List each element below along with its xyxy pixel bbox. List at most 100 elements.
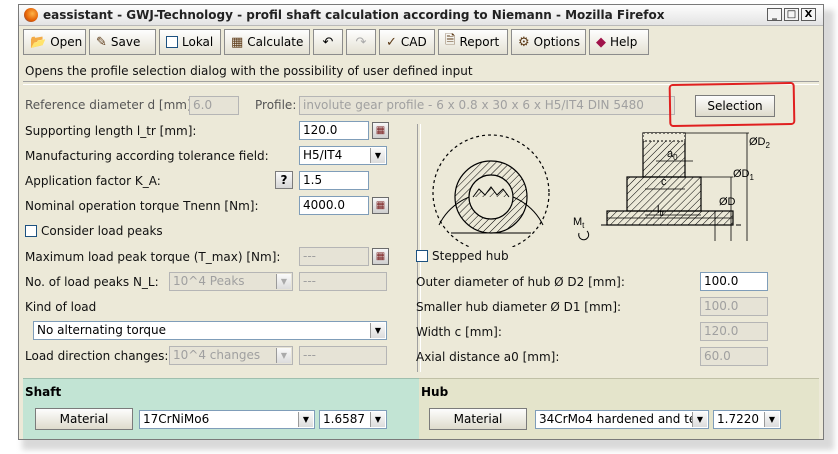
chevron-down-icon: ▼ xyxy=(370,148,385,163)
d1-label: ØD1 xyxy=(733,168,755,182)
nominal-torque-field[interactable]: 4000.0 xyxy=(299,196,369,215)
lokal-toggle[interactable]: Lokal xyxy=(159,29,221,55)
chevron-down-icon: ▼ xyxy=(276,274,291,289)
calculator-icon: ▦ xyxy=(231,34,244,50)
calculate-label: Calculate xyxy=(247,35,304,49)
report-button[interactable]: 🗎 Report xyxy=(438,29,508,55)
cad-button[interactable]: ✓ CAD xyxy=(379,29,435,55)
maximize-button[interactable]: □ xyxy=(784,8,799,21)
chevron-down-icon: ▼ xyxy=(764,412,779,427)
chevron-down-icon: ▼ xyxy=(276,348,291,363)
num-peaks-select-value: 10^4 Peaks xyxy=(173,274,245,288)
shaft-material-select[interactable]: 17CrNiMo6 ▼ xyxy=(139,410,315,429)
help-button[interactable]: ◆ Help xyxy=(589,29,649,55)
open-button[interactable]: 📂 Open xyxy=(23,29,86,55)
stepped-hub-label: Stepped hub xyxy=(432,249,509,263)
redo-button[interactable]: ↷ xyxy=(346,29,376,55)
axial-distance-field[interactable]: 60.0 xyxy=(700,347,768,366)
hub-material-select[interactable]: 34CrMo4 hardened and tem ▼ xyxy=(535,410,709,429)
shaft-material-value: 17CrNiMo6 xyxy=(143,412,210,426)
save-icon: ✎ xyxy=(96,34,107,50)
d2-sub: 2 xyxy=(766,141,771,150)
help-question-button[interactable]: ? xyxy=(275,171,293,189)
axial-distance-label: Axial distance a0 [mm]: xyxy=(416,350,560,364)
tolerance-label: Manufacturing according tolerance field: xyxy=(25,149,269,163)
d1-letter: ØD xyxy=(733,168,750,180)
shaft-material-button[interactable]: Material xyxy=(35,408,133,430)
application-factor-field[interactable]: 1.5 xyxy=(299,171,369,190)
max-peak-field[interactable]: --- xyxy=(299,247,369,266)
chevron-down-icon: ▼ xyxy=(370,412,385,427)
nominal-torque-label: Nominal operation torque Tnenn [Nm]: xyxy=(25,199,259,213)
calculator-icon[interactable]: ▦ xyxy=(372,122,389,139)
hub-material-button[interactable]: Material xyxy=(429,408,527,430)
hub-factor-select[interactable]: 1.7220 ▼ xyxy=(713,410,781,429)
ref-diameter-field[interactable]: 6.0 xyxy=(189,96,239,115)
profile-field[interactable]: involute gear profile - 6 x 0.8 x 30 x 6… xyxy=(299,96,675,115)
load-direction-field[interactable]: --- xyxy=(299,346,387,365)
kind-of-load-label: Kind of load xyxy=(25,300,97,314)
shaft-factor-select[interactable]: 1.6587 ▼ xyxy=(319,410,387,429)
shaft-factor-value: 1.6587 xyxy=(323,412,365,426)
chevron-down-icon: ▼ xyxy=(298,412,313,427)
c-label: c xyxy=(661,176,667,188)
load-direction-select-value: 10^4 changes xyxy=(173,348,261,362)
calculator-icon[interactable]: ▦ xyxy=(372,248,389,265)
hub-heading: Hub xyxy=(421,385,449,399)
save-label: Save xyxy=(110,35,141,49)
d-label: ØD xyxy=(719,196,736,208)
chevron-down-icon: ▼ xyxy=(370,323,385,338)
load-direction-select[interactable]: 10^4 changes ▼ xyxy=(169,346,293,365)
num-peaks-field[interactable]: --- xyxy=(299,272,387,291)
cad-label: CAD xyxy=(400,35,427,49)
stepped-hub-checkbox[interactable] xyxy=(416,250,428,262)
options-button[interactable]: ⚙ Options xyxy=(511,29,586,55)
consider-peaks-label: Consider load peaks xyxy=(41,224,163,238)
application-factor-label: Application factor K_A: xyxy=(25,174,161,188)
smaller-diameter-field[interactable]: 100.0 xyxy=(700,297,768,316)
browser-window: eassistant - GWJ-Technology - profil sha… xyxy=(18,4,824,440)
window-title: eassistant - GWJ-Technology - profil sha… xyxy=(43,8,665,22)
d1-sub: 1 xyxy=(750,173,755,182)
calculate-button[interactable]: ▦ Calculate xyxy=(224,29,310,55)
chevron-down-icon: ▼ xyxy=(692,412,707,427)
load-direction-label: Load direction changes: xyxy=(25,349,169,363)
m-sub: t xyxy=(582,221,585,230)
help-book-icon: ◆ xyxy=(596,34,606,50)
redo-icon: ↷ xyxy=(355,34,367,50)
shaft-panel: Shaft Material 17CrNiMo6 ▼ 1.6587 ▼ xyxy=(23,378,419,439)
lokal-checkbox[interactable] xyxy=(166,36,178,48)
options-label: Options xyxy=(533,35,580,49)
d2-label: ØD2 xyxy=(749,136,771,150)
open-label: Open xyxy=(50,35,83,49)
folder-open-icon: 📂 xyxy=(30,34,47,50)
hub-factor-value: 1.7220 xyxy=(717,412,759,426)
mt-label: Mt xyxy=(573,216,585,230)
a-sub: 0 xyxy=(673,153,678,162)
minimize-button[interactable]: _ xyxy=(767,8,782,21)
outer-diameter-label: Outer diameter of hub Ø D2 [mm]: xyxy=(416,275,625,289)
supporting-length-field[interactable]: 120.0 xyxy=(299,121,369,140)
undo-button[interactable]: ↶ xyxy=(313,29,343,55)
d2-letter: ØD xyxy=(749,136,766,148)
l-sub: tr xyxy=(659,209,664,218)
ref-diameter-label: Reference diameter d [mm]: xyxy=(25,98,196,112)
lokal-label: Lokal xyxy=(182,35,214,49)
width-field[interactable]: 120.0 xyxy=(700,322,768,341)
undo-icon: ↶ xyxy=(322,34,334,50)
m-letter: M xyxy=(573,216,582,228)
profile-label: Profile: xyxy=(255,98,297,112)
supporting-length-label: Supporting length l_tr [mm]: xyxy=(25,124,197,138)
calculator-icon[interactable]: ▦ xyxy=(372,197,389,214)
shaft-heading: Shaft xyxy=(25,385,62,399)
title-bar: eassistant - GWJ-Technology - profil sha… xyxy=(19,5,823,26)
outer-diameter-field[interactable]: 100.0 xyxy=(700,272,768,291)
report-label: Report xyxy=(459,35,500,49)
tolerance-select[interactable]: H5/IT4 ▼ xyxy=(299,146,387,165)
consider-peaks-checkbox[interactable] xyxy=(25,225,37,237)
num-peaks-select[interactable]: 10^4 Peaks ▼ xyxy=(169,272,293,291)
kind-of-load-select[interactable]: No alternating torque ▼ xyxy=(33,321,387,340)
close-button[interactable]: X xyxy=(801,8,816,21)
save-button[interactable]: ✎ Save xyxy=(89,29,156,55)
help-label: Help xyxy=(610,35,638,49)
